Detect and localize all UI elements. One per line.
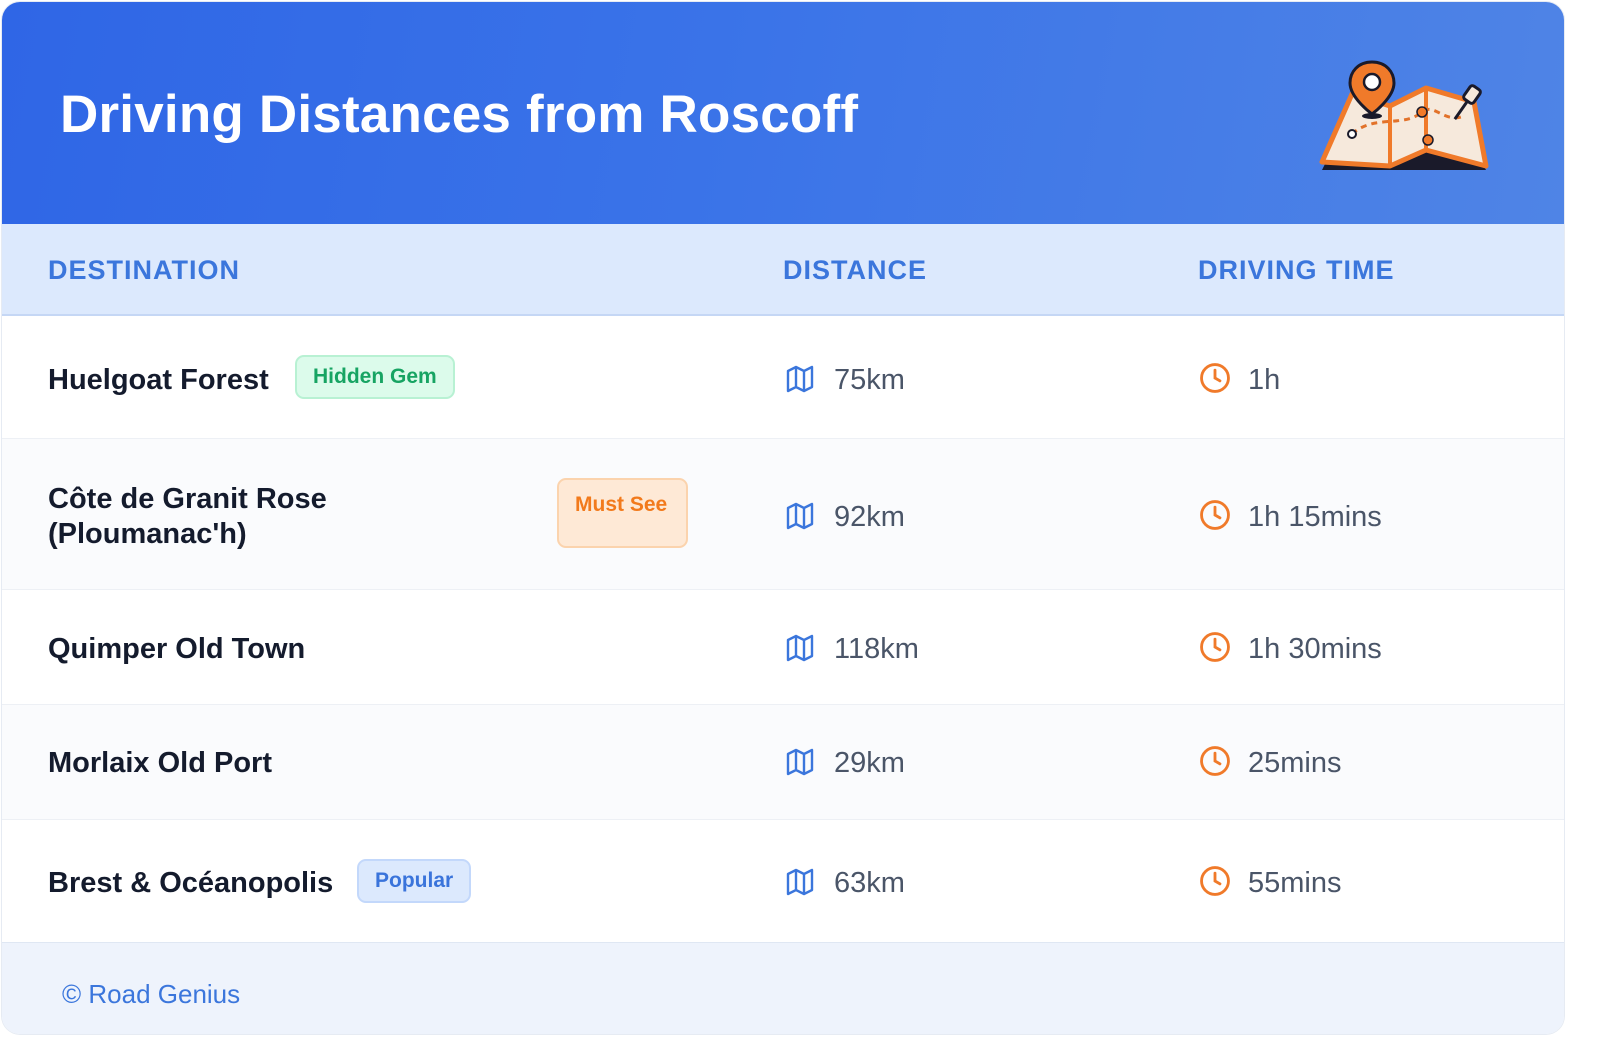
distance-value: 29km <box>834 747 905 779</box>
map-icon <box>786 502 814 530</box>
distance-value: 92km <box>834 501 905 533</box>
table-row: Quimper Old Town 118km 1h 30mins <box>2 590 1564 705</box>
clock-icon <box>1200 632 1230 662</box>
clock-icon <box>1200 500 1230 530</box>
time-value: 1h 15mins <box>1248 501 1382 533</box>
destination-name: Quimper Old Town <box>48 633 306 665</box>
badge-popular: Popular <box>357 859 472 903</box>
distance-value: 63km <box>834 867 905 899</box>
destination-name: Brest & Océanopolis <box>48 867 334 899</box>
destination-name: Morlaix Old Port <box>48 747 272 779</box>
map-icon <box>786 748 814 776</box>
column-header-driving-time: DRIVING TIME <box>1198 255 1395 285</box>
card-header: Driving Distances from Roscoff <box>2 2 1564 224</box>
time-value: 1h <box>1248 364 1281 396</box>
map-icon <box>786 365 814 393</box>
clock-icon <box>1200 363 1230 393</box>
distance-card: Driving Distances from Roscoff DESTINATI… <box>2 2 1564 1034</box>
map-icon <box>786 868 814 896</box>
table-row: Morlaix Old Port 29km 25mins <box>2 705 1564 820</box>
clock-icon <box>1200 866 1230 896</box>
time-value: 25mins <box>1248 747 1342 779</box>
time-value: 55mins <box>1248 867 1342 899</box>
map-pin-illustration-icon <box>1319 60 1489 170</box>
table-header: DESTINATION DISTANCE DRIVING TIME <box>2 224 1564 316</box>
distance-value: 75km <box>834 364 905 396</box>
column-header-destination: DESTINATION <box>48 255 240 285</box>
destination-name: Huelgoat Forest <box>48 364 269 396</box>
badge-hidden-gem: Hidden Gem <box>295 355 455 399</box>
copyright-text: © Road Genius <box>62 979 241 1009</box>
badge-must-see: Must See <box>557 478 688 548</box>
map-icon <box>786 634 814 662</box>
card-footer: © Road Genius <box>2 942 1564 1034</box>
table-row: Huelgoat Forest Hidden Gem 75km 1h <box>2 316 1564 439</box>
destination-name: Côte de Granit Rose (Ploumanac'h) <box>48 483 327 550</box>
page-title: Driving Distances from Roscoff <box>60 85 859 144</box>
time-value: 1h 30mins <box>1248 633 1382 665</box>
distance-value: 118km <box>834 633 919 665</box>
table-row: Brest & Océanopolis Popular 63km 55mins <box>2 820 1564 942</box>
table-row: Côte de Granit Rose (Ploumanac'h) Must S… <box>2 439 1564 590</box>
clock-icon <box>1200 746 1230 776</box>
column-header-distance: DISTANCE <box>783 255 928 285</box>
